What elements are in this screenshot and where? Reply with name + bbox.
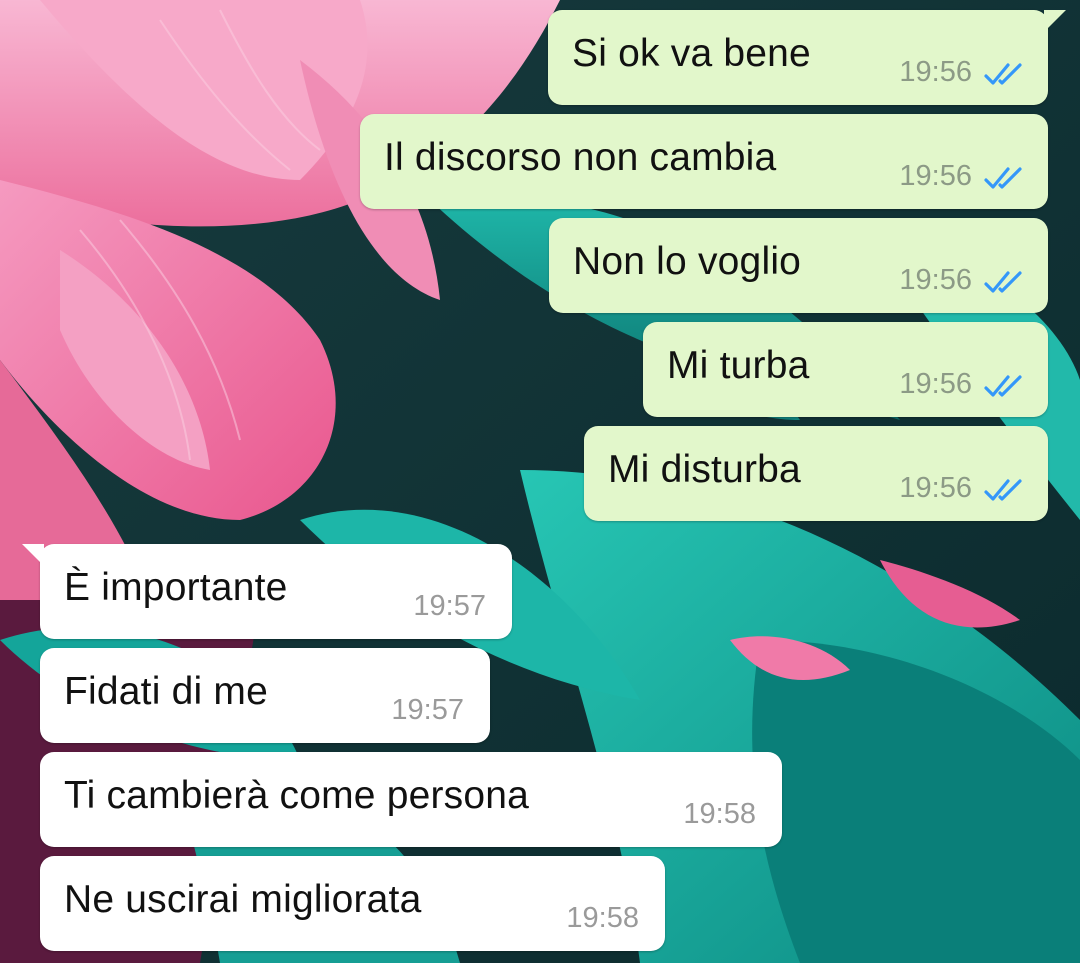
message-time: 19:56 [899, 160, 972, 192]
double-check-read-icon [984, 63, 1022, 85]
incoming-message[interactable]: Ne uscirai migliorata 19:58 [40, 856, 665, 951]
message-text: Mi disturba [608, 448, 801, 491]
outgoing-message[interactable]: Mi turba 19:56 [643, 322, 1048, 417]
message-time: 19:57 [413, 590, 486, 622]
message-text: Fidati di me [64, 670, 268, 713]
double-check-read-icon [984, 375, 1022, 397]
message-time: 19:56 [899, 368, 972, 400]
message-time: 19:56 [899, 264, 972, 296]
double-check-read-icon [984, 479, 1022, 501]
double-check-read-icon [984, 167, 1022, 189]
message-time: 19:58 [683, 798, 756, 830]
incoming-message[interactable]: È importante 19:57 [22, 544, 512, 639]
message-text: Si ok va bene [572, 32, 811, 75]
message-time: 19:58 [566, 902, 639, 934]
outgoing-message[interactable]: Mi disturba 19:56 [584, 426, 1048, 521]
message-text: È importante [64, 566, 288, 609]
message-text: Ti cambierà come persona [64, 774, 530, 817]
message-time: 19:57 [391, 694, 464, 726]
message-text: Mi turba [667, 344, 810, 387]
outgoing-message[interactable]: Il discorso non cambia 19:56 [360, 114, 1048, 209]
outgoing-message[interactable]: Non lo voglio 19:56 [549, 218, 1048, 313]
incoming-message[interactable]: Ti cambierà come persona 19:58 [40, 752, 782, 847]
message-time: 19:56 [899, 472, 972, 504]
outgoing-message[interactable]: Si ok va bene 19:56 [548, 10, 1066, 105]
chat-message-list[interactable]: Si ok va bene 19:56 Il discorso non camb… [0, 0, 1080, 963]
message-text: Ne uscirai migliorata [64, 878, 422, 921]
bubble-tail [22, 544, 44, 566]
message-text: Non lo voglio [573, 240, 802, 283]
message-text: Il discorso non cambia [384, 136, 777, 179]
incoming-message[interactable]: Fidati di me 19:57 [40, 648, 490, 743]
bubble-tail [1044, 10, 1066, 32]
double-check-read-icon [984, 271, 1022, 293]
message-time: 19:56 [899, 56, 972, 88]
